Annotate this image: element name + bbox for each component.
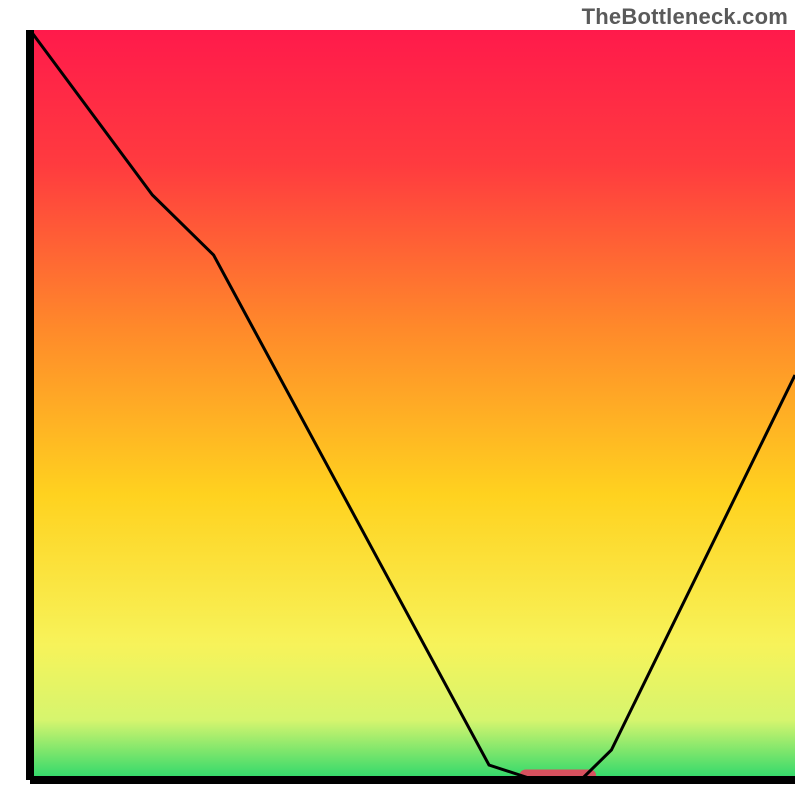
- bottleneck-chart: [0, 0, 800, 800]
- chart-container: TheBottleneck.com: [0, 0, 800, 800]
- watermark-text: TheBottleneck.com: [582, 4, 788, 30]
- gradient-background: [30, 30, 795, 780]
